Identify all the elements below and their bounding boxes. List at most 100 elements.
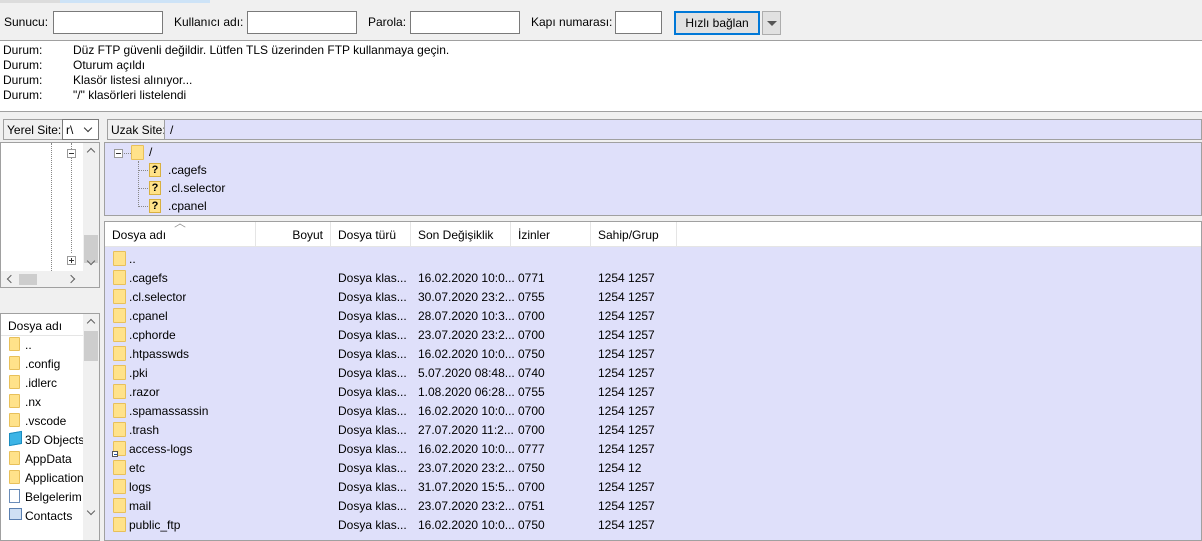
local-site-bar: Yerel Site: r\ [0, 118, 100, 142]
scroll-down-icon[interactable] [86, 506, 96, 516]
local-column-header-filename[interactable]: Dosya adı [1, 314, 83, 336]
scrollbar-thumb[interactable] [84, 331, 98, 361]
list-item[interactable]: Application [7, 468, 84, 487]
remote-site-bar: Uzak Site: / [104, 118, 1202, 142]
table-row[interactable]: .htpasswds Dosya klas... 16.02.2020 10:0..… [105, 344, 1201, 363]
list-item-label: .config [25, 357, 61, 371]
table-row[interactable]: .pki Dosya klas... 5.07.2020 08:48... 0740 1… [105, 363, 1201, 382]
list-item[interactable]: Belgelerim [7, 487, 83, 506]
scroll-right-icon[interactable] [66, 274, 76, 284]
remote-directory-tree[interactable]: / ? .cagefs ? .cl.selector ? .cpanel [104, 142, 1202, 216]
cell-type: Dosya klas... [338, 290, 407, 304]
tree-item-label: .cpanel [168, 199, 207, 213]
list-item[interactable]: Contacts [7, 506, 83, 525]
cell-permissions: 0700 [518, 480, 545, 494]
list-item[interactable]: .vscode [7, 411, 83, 430]
cell-owner: 1254 12 [598, 461, 642, 475]
cell-filename: .. [129, 252, 136, 266]
quickconnect-dropdown-button[interactable] [762, 11, 781, 35]
table-row[interactable]: logs Dosya klas... 31.07.2020 15:5... 0700 1… [105, 477, 1201, 496]
scroll-left-icon[interactable] [6, 274, 16, 284]
cell-permissions: 0777 [518, 442, 545, 456]
list-item[interactable]: .. [7, 335, 83, 354]
table-row[interactable]: .spamassassin Dosya klas... 16.02.2020 10:… [105, 401, 1201, 420]
password-input[interactable] [410, 11, 520, 34]
log-message: "/" klasörleri listelendi [73, 88, 187, 102]
tree-collapse-icon[interactable] [67, 149, 76, 158]
local-tree-vertical-scrollbar[interactable] [83, 143, 99, 271]
table-row[interactable]: mail Dosya klas... 23.07.2020 23:2... 0751 1… [105, 496, 1201, 515]
username-input[interactable] [247, 11, 357, 34]
scroll-up-icon[interactable] [86, 147, 96, 157]
host-input[interactable] [53, 11, 163, 34]
list-item[interactable]: .config [7, 354, 83, 373]
cell-modified: 28.07.2020 10:3... [418, 309, 515, 323]
table-row[interactable]: .. [105, 249, 1201, 268]
cell-filename: .cphorde [129, 328, 176, 342]
tree-expand-icon[interactable] [67, 256, 76, 265]
table-row[interactable]: public_ftp Dosya klas... 16.02.2020 10:0..… [105, 515, 1201, 534]
port-input[interactable] [615, 11, 662, 34]
log-message: Klasör listesi alınıyor... [73, 73, 193, 87]
remote-file-list[interactable]: Dosya adı Boyut Dosya türü Son Değişikli… [104, 221, 1202, 541]
table-row[interactable]: etc Dosya klas... 23.07.2020 23:2... 0750 12… [105, 458, 1201, 477]
tree-guide-line [138, 206, 148, 207]
remote-path-value: / [170, 123, 174, 137]
cell-filename: .razor [129, 385, 160, 399]
list-item[interactable]: AppData [7, 449, 83, 468]
column-header-owner[interactable]: Sahip/Grup [591, 222, 677, 247]
scroll-up-icon[interactable] [86, 318, 96, 328]
local-pane: Yerel Site: r\ Dosya adı .. .config .idl… [0, 118, 100, 541]
list-item[interactable]: .nx [7, 392, 83, 411]
cell-type: Dosya klas... [338, 518, 407, 532]
column-header-size[interactable]: Boyut [256, 222, 331, 247]
cell-filename: .htpasswds [129, 347, 190, 361]
quickconnect-button[interactable]: Hızlı bağlan [674, 11, 760, 35]
table-row[interactable]: .cpanel Dosya klas... 28.07.2020 10:3... 07… [105, 306, 1201, 325]
table-row[interactable]: .trash Dosya klas... 27.07.2020 11:2... 070… [105, 420, 1201, 439]
table-row[interactable]: access-logs Dosya klas... 16.02.2020 10:0.… [105, 439, 1201, 458]
local-site-combobox[interactable]: r\ [62, 119, 99, 140]
list-item-label: .idlerc [25, 376, 58, 390]
local-tree-horizontal-scrollbar[interactable] [1, 271, 99, 287]
local-list-vertical-scrollbar[interactable] [83, 314, 99, 540]
log-row: Durum: "/" klasörleri listelendi [0, 88, 1202, 103]
cell-permissions: 0740 [518, 366, 545, 380]
table-row[interactable]: .razor Dosya klas... 1.08.2020 06:28... 075… [105, 382, 1201, 401]
folder-icon [113, 479, 126, 494]
tree-item[interactable]: ? .cl.selector [149, 179, 349, 197]
cell-filename: mail [129, 499, 152, 513]
cell-permissions: 0750 [518, 461, 545, 475]
log-status-label: Durum: [3, 58, 43, 72]
tree-collapse-icon[interactable] [114, 149, 123, 158]
folder-icon [9, 451, 20, 465]
cell-owner: 1254 1257 [598, 271, 655, 285]
column-header-type[interactable]: Dosya türü [331, 222, 411, 247]
column-header-permissions[interactable]: İzinler [511, 222, 591, 247]
cell-type: Dosya klas... [338, 271, 407, 285]
scrollbar-thumb[interactable] [19, 274, 37, 285]
local-file-list[interactable]: Dosya adı .. .config .idlerc .nx .vscode… [0, 313, 100, 541]
cell-modified: 16.02.2020 10:0... [418, 518, 515, 532]
log-row: Durum: Klasör listesi alınıyor... [0, 73, 1202, 88]
cell-permissions: 0700 [518, 404, 545, 418]
tree-item[interactable]: ? .cpanel [149, 197, 349, 215]
column-header-filename[interactable]: Dosya adı [105, 222, 256, 247]
list-item[interactable]: 3D Objects [7, 430, 84, 449]
cell-owner: 1254 1257 [598, 480, 655, 494]
table-row[interactable]: .cagefs Dosya klas... 16.02.2020 10:0... 07… [105, 268, 1201, 287]
column-header-modified[interactable]: Son Değişiklik [411, 222, 511, 247]
list-item[interactable]: .idlerc [7, 373, 83, 392]
local-directory-tree[interactable] [0, 142, 100, 288]
tree-item[interactable]: ? .cagefs [149, 161, 349, 179]
cell-permissions: 0700 [518, 423, 545, 437]
table-row[interactable]: .cl.selector Dosya klas... 30.07.2020 23:2… [105, 287, 1201, 306]
table-row[interactable]: .cphorde Dosya klas... 23.07.2020 23:2... 0… [105, 325, 1201, 344]
log-status-label: Durum: [3, 73, 43, 87]
cell-permissions: 0700 [518, 309, 545, 323]
folder-icon [113, 289, 126, 304]
cell-modified: 27.07.2020 11:2... [418, 423, 514, 437]
sort-ascending-icon [174, 223, 186, 231]
folder-icon [113, 365, 126, 380]
remote-path-input[interactable]: / [164, 119, 1202, 140]
